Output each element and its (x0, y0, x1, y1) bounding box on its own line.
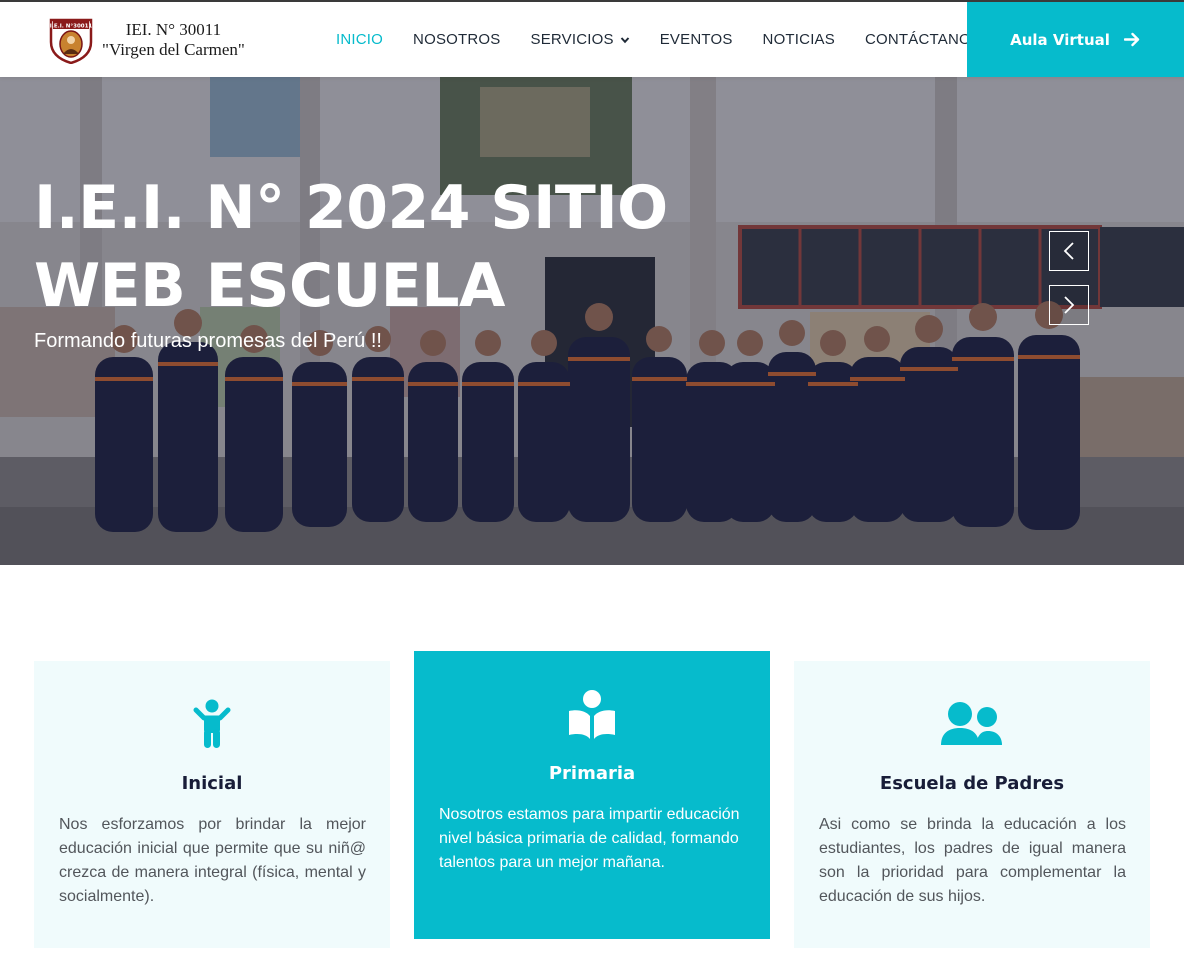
service-title: Primaria (548, 763, 636, 784)
brand-name: IEI. N° 30011 "Virgen del Carmen" (102, 20, 245, 60)
nav-item-noticias[interactable]: NOTICIAS (748, 31, 850, 48)
brand-logo-link[interactable]: I.E.I. N°30011 IEI. N° 30011 "Virgen del… (48, 16, 245, 64)
arrow-right-icon (1123, 32, 1140, 47)
service-title: Inicial (181, 773, 243, 794)
school-crest-icon: I.E.I. N°30011 (50, 18, 93, 64)
chevron-down-icon (620, 36, 629, 43)
carousel-next-button[interactable] (1049, 285, 1089, 325)
site-header: I.E.I. N°30011 IEI. N° 30011 "Virgen del… (0, 0, 1184, 77)
hero-title: I.E.I. N° 2024 SITIO WEB ESCUELA (34, 173, 668, 321)
nav-item-inicio[interactable]: INICIO (321, 31, 398, 48)
aula-virtual-label: Aula Virtual (1010, 30, 1110, 49)
service-card-inicial[interactable]: Inicial Nos esforzamos por brindar la me… (34, 661, 390, 948)
aula-virtual-button[interactable]: Aula Virtual (967, 2, 1184, 77)
nav-item-label: NOTICIAS (762, 31, 835, 48)
service-title: Escuela de Padres (879, 773, 1065, 794)
service-description: Nosotros estamos para impartir educación… (439, 806, 740, 871)
hero-carousel: I.E.I. N° 2024 SITIO WEB ESCUELA Formand… (0, 77, 1184, 565)
nav-item-label: EVENTOS (659, 31, 733, 48)
nav-item-servicios[interactable]: SERVICIOS (516, 31, 645, 48)
nav-item-label: INICIO (336, 31, 384, 48)
brand-line-1: IEI. N° 30011 (125, 20, 222, 39)
carousel-prev-button[interactable] (1049, 231, 1089, 271)
nav-item-nosotros[interactable]: NOSOTROS (398, 31, 515, 48)
service-description: Asi como se brinda la educación a los es… (819, 816, 1126, 905)
child-icon (193, 699, 231, 748)
users-icon (941, 702, 1002, 745)
service-description: Nos esforzamos por brindar la mejor educ… (59, 816, 366, 905)
crest-lettering: I.E.I. N°30011 (50, 24, 93, 30)
brand-line-2: "Virgen del Carmen" (102, 40, 245, 59)
nav-item-label: CONTÁCTANOS (864, 31, 982, 48)
nav-item-label: SERVICIOS (530, 31, 614, 48)
chevron-right-icon (1064, 296, 1075, 314)
main-nav: INICIO NOSOTROS SERVICIOS EVENTOS NOTICI… (321, 2, 996, 77)
book-reader-icon (569, 690, 615, 739)
nav-item-eventos[interactable]: EVENTOS (645, 31, 748, 48)
nav-item-label: NOSOTROS (413, 31, 501, 48)
hero-subtitle: Formando futuras promesas del Perú !! (34, 330, 382, 352)
chevron-left-icon (1063, 242, 1074, 260)
service-card-primaria[interactable]: Primaria Nosotros estamos para impartir … (414, 651, 770, 939)
service-card-escuela-de-padres[interactable]: Escuela de Padres Asi como se brinda la … (794, 661, 1150, 948)
